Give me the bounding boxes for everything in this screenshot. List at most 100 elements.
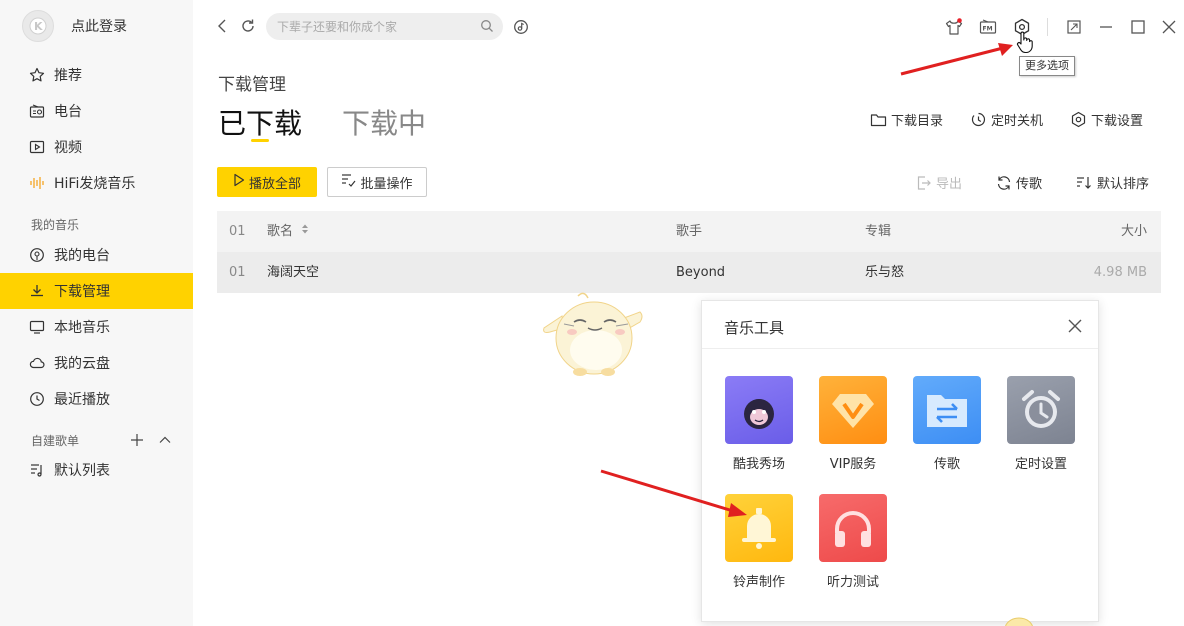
gorilla-icon [725,376,793,444]
sidebar-item-video[interactable]: 视频 [0,129,193,165]
header-song-name-label: 歌名 [267,224,294,239]
refresh-icon[interactable] [240,18,256,34]
svg-text:K: K [34,20,43,33]
transfer-folder-icon [913,376,981,444]
transfer-songs-label: 传歌 [1016,177,1043,192]
sidebar-item-label: 我的云盘 [54,356,110,372]
download-settings-label: 下载设置 [1091,114,1144,129]
tab-downloading[interactable]: 下载中 [342,102,426,142]
sidebar-item-label: 最近播放 [54,392,110,408]
download-settings-button[interactable]: 下载设置 [1070,110,1143,129]
folder-icon [870,112,887,128]
row-size: 4.98 MB [1093,265,1147,280]
scheduled-shutdown-button[interactable]: 定时关机 [970,110,1043,129]
minimize-icon[interactable] [1098,19,1114,35]
play-icon [233,173,245,191]
avatar: K [22,10,54,42]
batch-operation-label: 批量操作 [360,176,413,192]
search-input[interactable] [266,13,503,40]
monitor-icon [28,318,46,336]
video-icon [28,138,46,156]
skin-icon[interactable] [945,18,963,36]
download-table: 01 歌名 歌手 专辑 大小 01 海阔天空 Beyond 乐与怒 4.98 M… [217,211,1161,293]
clock-icon [28,390,46,408]
sidebar-item-local-music[interactable]: 本地音乐 [0,309,193,345]
sidebar-item-download[interactable]: 下载管理 [0,273,193,309]
playlist-icon [28,461,46,479]
tool-label: 铃声制作 [732,575,785,590]
download-folder-button[interactable]: 下载目录 [870,110,943,129]
header-size: 大小 [1120,224,1147,239]
tool-ringtone-maker[interactable]: 铃声制作 [719,494,799,590]
tool-vip-service[interactable]: VIP服务 [813,376,893,472]
row-song-name[interactable]: 海阔天空 [267,252,319,293]
sidebar-item-label: 我的电台 [54,248,110,264]
tool-transfer-songs[interactable]: 传歌 [907,376,987,472]
login-text: 点此登录 [71,19,127,35]
sidebar-item-my-radio[interactable]: 我的电台 [0,237,193,273]
scheduled-shutdown-label: 定时关机 [991,114,1044,129]
row-num: 01 [229,265,246,280]
sync-icon [996,175,1012,191]
table-row[interactable]: 01 海阔天空 Beyond 乐与怒 4.98 MB [217,252,1161,293]
fm-radio-icon[interactable]: FM [979,19,997,35]
header-num: 01 [229,224,246,239]
table-header: 01 歌名 歌手 专辑 大小 [217,211,1161,252]
back-icon[interactable] [215,18,229,34]
tool-label: 定时设置 [1014,457,1067,472]
timer-icon [970,111,987,128]
sidebar-item-label: 默认列表 [54,463,110,479]
panel-title: 音乐工具 [724,319,785,337]
tool-label: 听力测试 [826,575,879,590]
close-window-icon[interactable] [1161,19,1177,35]
export-button[interactable]: 导出 [916,173,962,192]
sidebar-item-label: HiFi发烧音乐 [54,176,136,192]
transfer-songs-button[interactable]: 传歌 [996,173,1042,192]
mascot-illustration [540,288,646,382]
row-album[interactable]: 乐与怒 [865,252,904,293]
tool-kuwo-show[interactable]: 酷我秀场 [719,376,799,472]
sidebar-item-recommend[interactable]: 推荐 [0,57,193,93]
cloud-icon [28,354,46,372]
svg-text:FM: FM [983,26,993,33]
tab-downloaded[interactable]: 已下载 [218,102,302,142]
sidebar-item-default-playlist[interactable]: 默认列表 [0,452,193,488]
mini-mode-icon[interactable] [1066,19,1082,35]
header-artist: 歌手 [676,224,703,239]
add-playlist-icon[interactable] [130,432,144,451]
header-song-name[interactable]: 歌名 [267,211,309,252]
chevron-up-icon[interactable] [158,432,172,451]
play-all-label: 播放全部 [248,176,301,192]
tool-label: 传歌 [933,457,960,472]
tool-timer-settings[interactable]: 定时设置 [1001,376,1081,472]
hand-cursor-icon [1016,30,1034,54]
play-all-button[interactable]: 播放全部 [217,167,317,197]
music-recognize-icon[interactable] [513,19,529,35]
mascot-peek-icon [1004,614,1034,626]
close-icon[interactable] [1066,317,1084,335]
tool-label: 酷我秀场 [732,457,785,472]
download-icon [28,282,46,300]
active-tab-indicator [251,139,269,142]
playlist-section-label: 自建歌单 [31,434,80,448]
playlist-actions [130,432,172,451]
my-music-section-label: 我的音乐 [31,218,80,232]
export-label: 导出 [936,177,963,192]
batch-operation-button[interactable]: 批量操作 [327,167,427,197]
maximize-icon[interactable] [1130,19,1146,35]
sidebar-item-radio[interactable]: 电台 [0,93,193,129]
list-edit-icon [341,173,356,191]
login-button[interactable]: K 点此登录 [22,10,127,42]
default-sort-button[interactable]: 默认排序 [1076,173,1149,192]
row-artist[interactable]: Beyond [676,252,725,293]
more-options-tooltip: 更多选项 [1019,56,1075,76]
download-folder-label: 下载目录 [891,114,944,129]
sidebar-item-label: 下载管理 [54,284,110,300]
sidebar-item-cloud[interactable]: 我的云盘 [0,345,193,381]
sidebar-item-hifi[interactable]: HiFi发烧音乐 [0,165,193,201]
page-title: 下载管理 [218,75,286,95]
my-radio-icon [28,246,46,264]
sidebar-item-recent[interactable]: 最近播放 [0,381,193,417]
tool-hearing-test[interactable]: 听力测试 [813,494,893,590]
search-icon[interactable] [480,19,494,33]
